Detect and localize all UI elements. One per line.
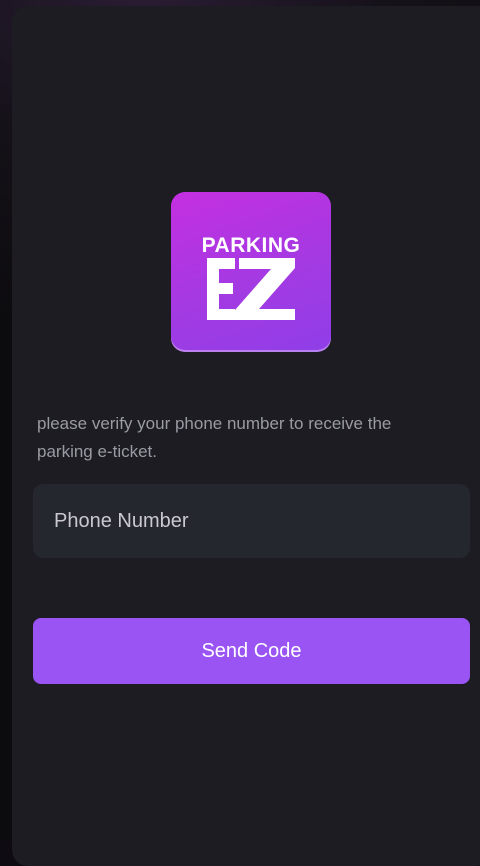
parking-ez-logo: PARKING xyxy=(171,192,331,352)
verify-instruction: please verify your phone number to recei… xyxy=(37,414,392,461)
verification-card: PARKING please verify your phone number … xyxy=(12,6,480,866)
logo-text: PARKING xyxy=(201,234,301,257)
phone-number-input[interactable] xyxy=(33,484,470,558)
ez-mark-icon xyxy=(207,258,295,320)
send-code-button[interactable]: Send Code xyxy=(33,618,470,684)
